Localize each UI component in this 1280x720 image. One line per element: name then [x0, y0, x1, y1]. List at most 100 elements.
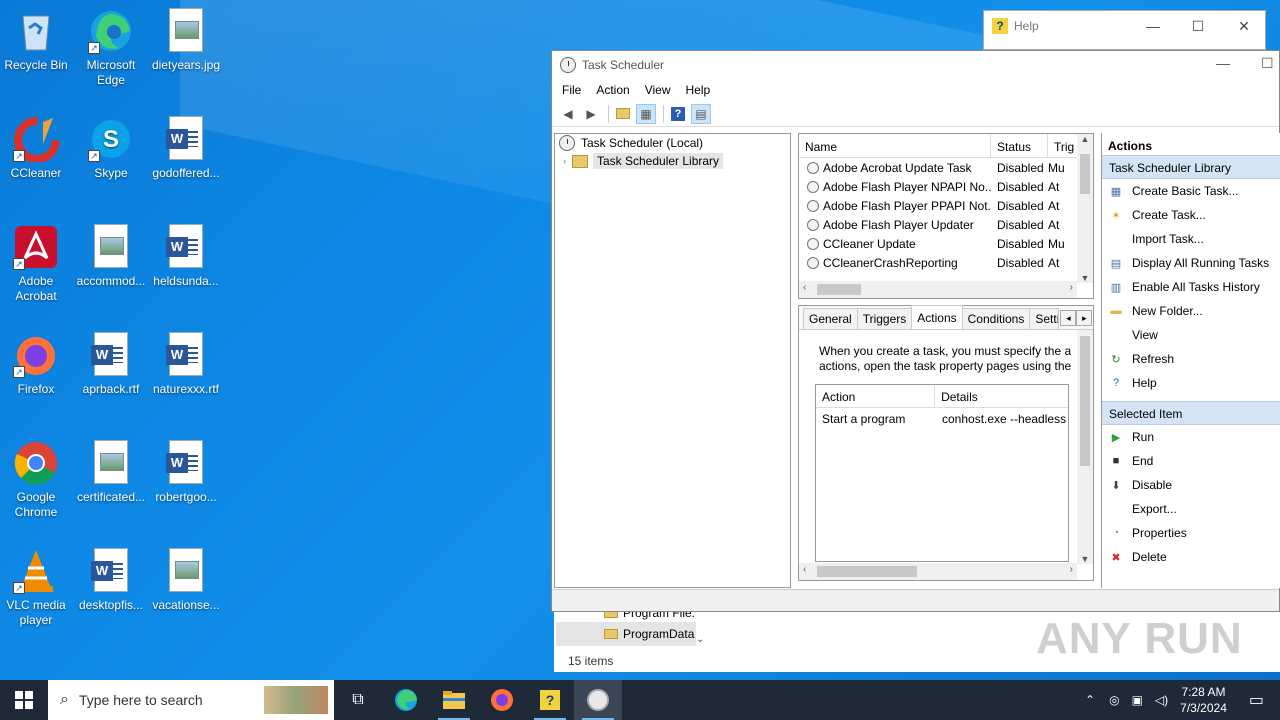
desktop-icon-aprback[interactable]: W aprback.rtf	[75, 332, 147, 397]
action-item[interactable]: ◔ Properties	[1102, 521, 1280, 545]
security-icon[interactable]: ◎	[1109, 693, 1119, 707]
taskbar-clock[interactable]: 7:28 AM 7/3/2024	[1180, 684, 1227, 716]
column-header-details[interactable]: Details	[935, 385, 1068, 407]
tab-settings[interactable]: Setti	[1029, 308, 1060, 329]
action-item[interactable]: ■ End	[1102, 449, 1280, 473]
task-view-button[interactable]: ⧉	[334, 680, 382, 720]
maximize-button[interactable]: ☐	[1261, 55, 1274, 72]
desktop-icon-heldsunda[interactable]: W heldsunda...	[150, 224, 222, 289]
scrollbar-thumb[interactable]	[1080, 336, 1090, 466]
close-button[interactable]: ✕	[1221, 11, 1267, 41]
desktop-icon-ccleaner[interactable]: ↗ CCleaner	[0, 116, 72, 181]
task-row[interactable]: Adobe Flash Player PPAPI Not... Disabled A…	[799, 196, 1093, 215]
column-header-status[interactable]: Status	[991, 134, 1048, 157]
network-icon[interactable]: ▣	[1132, 693, 1143, 707]
vertical-scrollbar[interactable]: ▼	[1077, 330, 1093, 564]
start-button[interactable]	[0, 680, 48, 720]
scrollbar-thumb[interactable]	[817, 284, 861, 295]
action-item[interactable]: ▦ Create Basic Task...	[1102, 179, 1280, 203]
action-item[interactable]: ? Help	[1102, 371, 1280, 395]
task-row[interactable]: Adobe Flash Player Updater Disabled At	[799, 215, 1093, 234]
minimize-button[interactable]: —	[1216, 55, 1230, 71]
task-row[interactable]: Adobe Acrobat Update Task Disabled Mu	[799, 158, 1093, 177]
scroll-down-arrow-icon[interactable]: ⌄	[696, 634, 704, 645]
help-window[interactable]: ? Help — ☐ ✕	[983, 10, 1266, 50]
tab-actions[interactable]: Actions	[911, 305, 963, 329]
action-item[interactable]: ↻ Refresh	[1102, 347, 1280, 371]
tab-triggers[interactable]: Triggers	[856, 308, 913, 329]
task-row[interactable]: CCleanerCrashReporting Disabled At	[799, 253, 1093, 272]
show-hidden-icons-chevron-icon[interactable]: ⌃	[1085, 693, 1095, 707]
desktop-icon-certificated[interactable]: certificated...	[75, 440, 147, 505]
action-item[interactable]: ▥ Enable All Tasks History	[1102, 275, 1280, 299]
taskbar-task-scheduler[interactable]	[574, 680, 622, 720]
action-item[interactable]: ▬ New Folder...	[1102, 299, 1280, 323]
actions-section-selected-item[interactable]: Selected Item	[1102, 401, 1280, 425]
taskbar-file-explorer[interactable]	[430, 680, 478, 720]
desktop-icon-dietyears[interactable]: dietyears.jpg	[150, 8, 222, 73]
column-header-triggers[interactable]: Trig	[1048, 134, 1078, 157]
action-item[interactable]: ✶ Create Task...	[1102, 203, 1280, 227]
show-action-pane-icon[interactable]: ▤	[691, 103, 711, 124]
horizontal-scrollbar[interactable]: ‹ ›	[799, 563, 1077, 580]
scroll-down-arrow-icon[interactable]: ▼	[1077, 273, 1093, 283]
task-row[interactable]: CCleaner Update Disabled Mu	[799, 234, 1093, 253]
desktop-icon-vacationse[interactable]: vacationse...	[150, 548, 222, 613]
task-scheduler-titlebar[interactable]: Task Scheduler — ☐	[552, 51, 1279, 79]
column-header-name[interactable]: Name	[799, 134, 991, 157]
scrollbar-thumb[interactable]	[1080, 154, 1090, 194]
scroll-left-arrow-icon[interactable]: ‹	[803, 282, 806, 293]
desktop-icon-naturexxx[interactable]: W naturexxx.rtf	[150, 332, 222, 397]
task-scheduler-window[interactable]: Task Scheduler — ☐ File Action View Help…	[551, 50, 1280, 612]
minimize-button[interactable]: —	[1130, 11, 1176, 41]
desktop-icon-vlc[interactable]: ↗ VLC media player	[0, 548, 72, 628]
task-row[interactable]: Adobe Flash Player NPAPI No... Disabled At	[799, 177, 1093, 196]
tab-scroll-right-icon[interactable]: ▸	[1076, 310, 1093, 326]
taskbar-firefox[interactable]	[478, 680, 526, 720]
help-icon[interactable]: ?	[668, 104, 688, 124]
back-arrow-icon[interactable]: ◀	[558, 104, 578, 124]
tree-item-library[interactable]: › Task Scheduler Library	[555, 152, 790, 170]
actions-grid-row[interactable]: Start a program conhost.exe --headless	[816, 408, 1068, 430]
menu-view[interactable]: View	[645, 83, 671, 97]
action-item[interactable]: ▶ Run	[1102, 425, 1280, 449]
taskbar-edge[interactable]	[382, 680, 430, 720]
menu-action[interactable]: Action	[596, 83, 629, 97]
desktop-icon-accommod[interactable]: accommod...	[75, 224, 147, 289]
tree-root[interactable]: Task Scheduler (Local)	[555, 134, 790, 152]
up-folder-icon[interactable]	[613, 104, 633, 124]
forward-arrow-icon[interactable]: ▶	[581, 104, 601, 124]
actions-section-library[interactable]: Task Scheduler Library	[1102, 155, 1280, 179]
scrollbar-thumb[interactable]	[817, 566, 917, 577]
scroll-up-arrow-icon[interactable]: ▲	[1077, 134, 1093, 144]
menu-help[interactable]: Help	[686, 83, 711, 97]
desktop-icon-firefox[interactable]: ↗ Firefox	[0, 332, 72, 397]
scroll-left-arrow-icon[interactable]: ‹	[803, 564, 806, 575]
desktop-icon-adobe-acrobat[interactable]: ↗ Adobe Acrobat	[0, 224, 72, 304]
volume-icon[interactable]: ◁)	[1155, 693, 1168, 707]
desktop-icon-godoffered[interactable]: W godoffered...	[150, 116, 222, 181]
action-item[interactable]: Import Task...	[1102, 227, 1280, 251]
desktop-icon-microsoft-edge[interactable]: ↗ Microsoft Edge	[75, 8, 147, 88]
explorer-row-selected[interactable]: ProgramData	[556, 622, 696, 646]
action-item[interactable]: View	[1102, 323, 1280, 347]
column-header-action[interactable]: Action	[816, 385, 936, 407]
horizontal-scrollbar[interactable]: ‹ ›	[799, 281, 1077, 298]
desktop-icon-recycle-bin[interactable]: Recycle Bin	[0, 8, 72, 73]
chevron-right-icon[interactable]: ›	[563, 156, 566, 166]
scroll-right-arrow-icon[interactable]: ›	[1070, 564, 1073, 575]
scroll-right-arrow-icon[interactable]: ›	[1070, 282, 1073, 293]
tab-conditions[interactable]: Conditions	[961, 308, 1031, 329]
show-hide-tree-icon[interactable]: ▦	[636, 103, 656, 124]
action-item[interactable]: ▤ Display All Running Tasks	[1102, 251, 1280, 275]
action-item[interactable]: Export...	[1102, 497, 1280, 521]
desktop-icon-google-chrome[interactable]: Google Chrome	[0, 440, 72, 520]
action-item[interactable]: ⬇ Disable	[1102, 473, 1280, 497]
maximize-button[interactable]: ☐	[1175, 11, 1221, 41]
taskbar-search-box[interactable]: ⌕ Type here to search	[48, 680, 334, 720]
tab-scroll-left-icon[interactable]: ◂	[1060, 310, 1077, 326]
tab-general[interactable]: General	[803, 308, 858, 329]
desktop-icon-robertgoo[interactable]: W robertgoo...	[150, 440, 222, 505]
notifications-icon[interactable]: ▭	[1249, 690, 1264, 710]
action-item[interactable]: ✖ Delete	[1102, 545, 1280, 569]
